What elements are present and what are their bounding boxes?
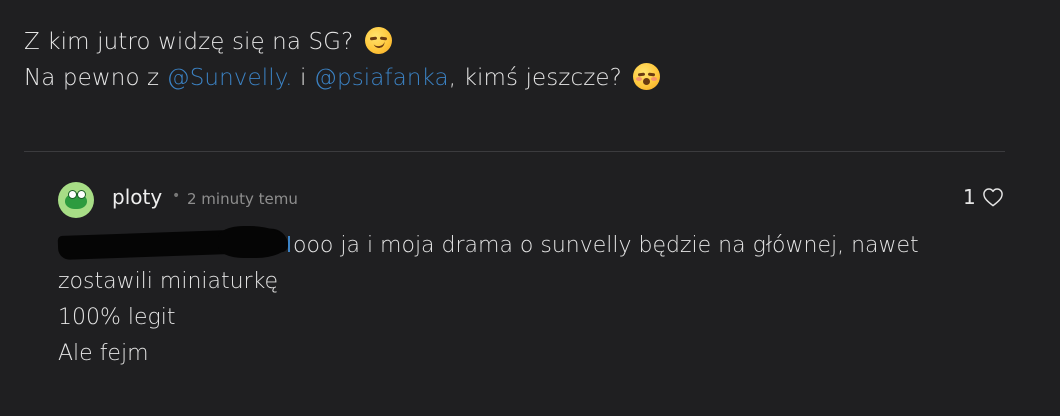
smirking-face-icon bbox=[364, 27, 392, 54]
separator-dot: • bbox=[172, 188, 181, 204]
post-line-1-text: Z kim jutro widzę się na SG? bbox=[24, 29, 354, 55]
post-line-2-mid: i bbox=[292, 65, 314, 91]
post-line-2-prefix: Na pewno z bbox=[24, 65, 167, 91]
post-line-2: Na pewno z @Sunvelly. i @psiafanka, kimś… bbox=[24, 60, 984, 96]
comment-timestamp: 2 minuty temu bbox=[187, 190, 298, 208]
comment-line-1: ooo ja i moja drama o sunvelly będzie na… bbox=[57, 226, 958, 264]
post-body: Z kim jutro widzę się na SG? Na pewno z … bbox=[24, 24, 984, 96]
divider bbox=[24, 151, 1005, 152]
mention-link-psiafanka[interactable]: @psiafanka bbox=[314, 65, 449, 91]
like-count: 1 bbox=[963, 185, 976, 209]
kissing-face-icon bbox=[633, 63, 661, 90]
heart-icon[interactable] bbox=[982, 187, 1004, 207]
mention-link-sunvelly[interactable]: @Sunvelly. bbox=[167, 65, 293, 91]
post-line-2-suffix: , kimś jeszcze? bbox=[448, 65, 622, 91]
comment-line-1-text: ooo ja i moja drama o sunvelly będzie na… bbox=[286, 233, 919, 258]
redacted-mention bbox=[57, 226, 290, 261]
comment-body: ooo ja i moja drama o sunvelly będzie na… bbox=[57, 226, 958, 372]
post-line-1: Z kim jutro widzę się na SG? bbox=[24, 24, 984, 60]
comment-username[interactable]: ploty bbox=[112, 185, 162, 209]
comment-line-2: zostawili miniaturkę bbox=[58, 269, 279, 294]
comment-line-3: 100% legit bbox=[58, 305, 176, 330]
comment-line-4: Ale fejm bbox=[58, 341, 149, 366]
avatar[interactable] bbox=[58, 182, 94, 218]
page: Z kim jutro widzę się na SG? Na pewno z … bbox=[0, 0, 1060, 416]
